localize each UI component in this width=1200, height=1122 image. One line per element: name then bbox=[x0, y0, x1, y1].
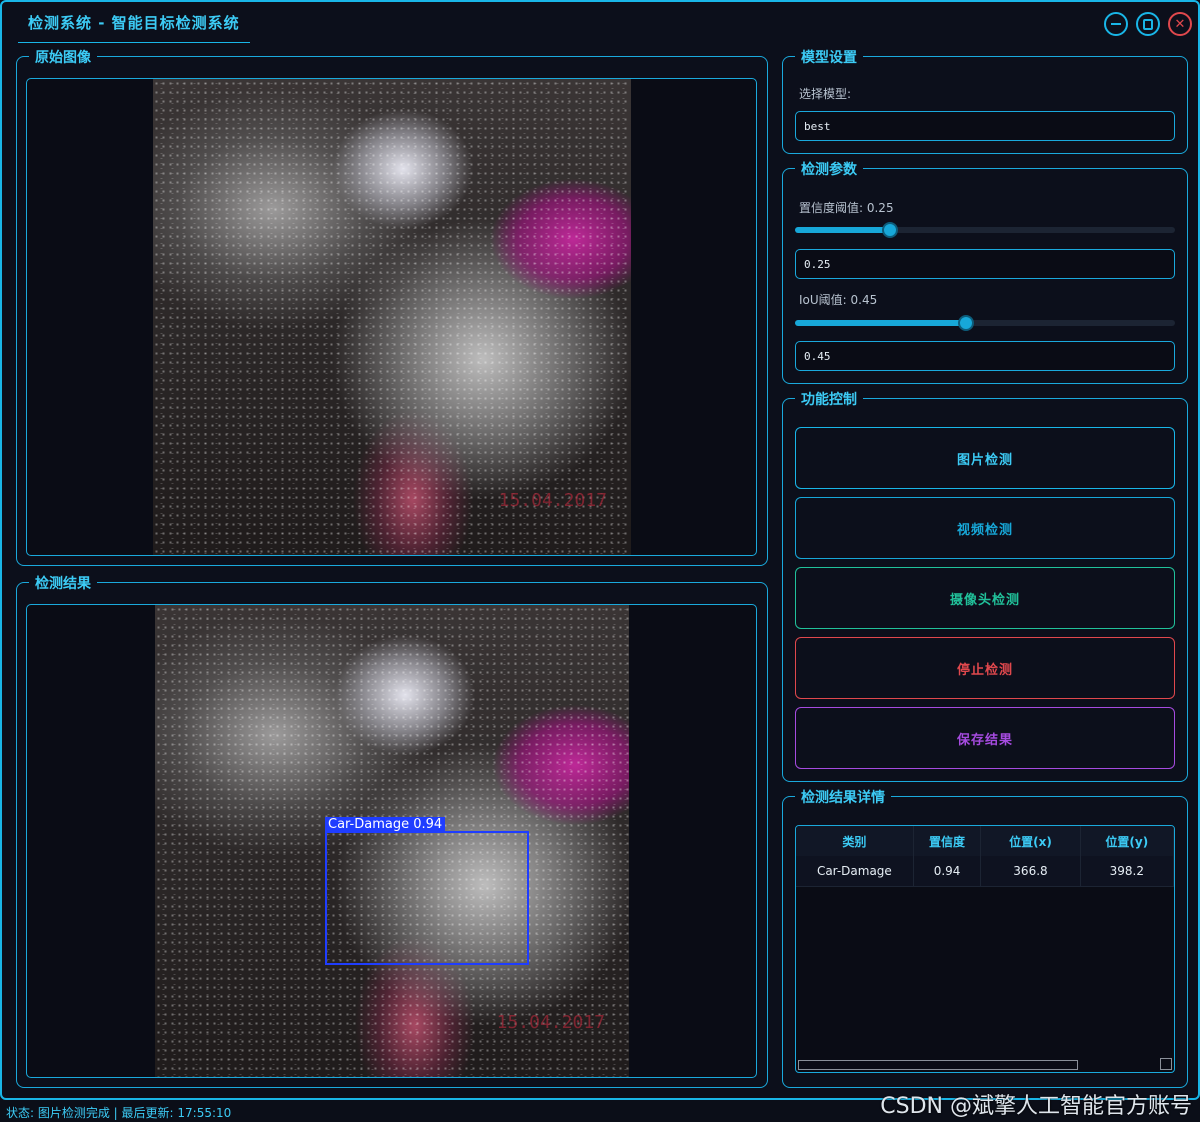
conf-slider-handle[interactable] bbox=[882, 222, 898, 238]
photo-noise bbox=[153, 79, 631, 555]
conf-slider-fill bbox=[795, 227, 890, 233]
close-button[interactable]: ✕ bbox=[1168, 12, 1192, 36]
original-image-group: 原始图像 15.04.2017 bbox=[16, 47, 768, 566]
conf-threshold-label: 置信度阈值: 0.25 bbox=[799, 201, 894, 215]
window-title: 检测系统 - 智能目标检测系统 bbox=[28, 14, 240, 32]
iou-threshold-label: IoU阈值: 0.45 bbox=[799, 293, 878, 307]
result-date-stamp: 15.04.2017 bbox=[496, 1012, 605, 1033]
result-image-title: 检测结果 bbox=[29, 573, 97, 593]
original-image-title: 原始图像 bbox=[29, 47, 97, 67]
original-image-frame: 15.04.2017 bbox=[26, 78, 757, 556]
title-bar[interactable]: 检测系统 - 智能目标检测系统 ✕ bbox=[2, 2, 1198, 44]
detect-params-title: 检测参数 bbox=[795, 159, 863, 179]
cell-class: Car-Damage bbox=[796, 856, 914, 887]
scrollbar-corner bbox=[1160, 1058, 1172, 1070]
maximize-icon bbox=[1143, 18, 1153, 30]
results-table-grid: 类别 置信度 位置(x) 位置(y) Car-Damage 0.94 366.8… bbox=[796, 826, 1174, 887]
iou-slider-fill bbox=[795, 320, 966, 326]
detection-box: Car-Damage 0.94 bbox=[325, 817, 529, 965]
save-result-button[interactable]: 保存结果 bbox=[795, 707, 1175, 769]
controls-group: 功能控制 图片检测 视频检测 摄像头检测 停止检测 保存结果 bbox=[782, 389, 1188, 782]
conf-slider[interactable] bbox=[795, 222, 1175, 238]
model-settings-group: 模型设置 选择模型: best bbox=[782, 47, 1188, 154]
app-window: 检测系统 - 智能目标检测系统 ✕ 原始图像 15.04.2017 检测结果 1… bbox=[0, 0, 1200, 1100]
column-header-confidence[interactable]: 置信度 bbox=[913, 826, 982, 856]
iou-input[interactable]: 0.45 bbox=[795, 341, 1175, 371]
column-header-x[interactable]: 位置(x) bbox=[980, 826, 1081, 856]
camera-detect-button[interactable]: 摄像头检测 bbox=[795, 567, 1175, 629]
controls-title: 功能控制 bbox=[795, 389, 863, 409]
result-image-group: 检测结果 15.04.2017 Car-Damage 0.94 bbox=[16, 573, 768, 1088]
results-table[interactable]: 类别 置信度 位置(x) 位置(y) Car-Damage 0.94 366.8… bbox=[795, 825, 1175, 1073]
minimize-button[interactable] bbox=[1104, 12, 1128, 36]
iou-slider[interactable] bbox=[795, 315, 1175, 331]
video-detect-button[interactable]: 视频检测 bbox=[795, 497, 1175, 559]
detection-label: Car-Damage 0.94 bbox=[325, 817, 446, 832]
watermark: CSDN @斌擎人工智能官方账号 bbox=[880, 1094, 1192, 1119]
maximize-button[interactable] bbox=[1136, 12, 1160, 36]
original-photo: 15.04.2017 bbox=[153, 79, 631, 555]
horizontal-scrollbar[interactable] bbox=[798, 1060, 1078, 1070]
detect-params-group: 检测参数 置信度阈值: 0.25 0.25 IoU阈值: 0.45 0.45 bbox=[782, 159, 1188, 384]
original-date-stamp: 15.04.2017 bbox=[498, 490, 607, 511]
conf-input[interactable]: 0.25 bbox=[795, 249, 1175, 279]
column-header-y[interactable]: 位置(y) bbox=[1080, 826, 1174, 856]
minimize-icon bbox=[1111, 23, 1121, 25]
iou-slider-handle[interactable] bbox=[958, 315, 974, 331]
results-table-header: 类别 置信度 位置(x) 位置(y) bbox=[796, 826, 1174, 856]
title-underline bbox=[18, 42, 250, 43]
results-detail-group: 检测结果详情 类别 置信度 位置(x) 位置(y) Car-Damage 0.9… bbox=[782, 787, 1188, 1088]
model-select-label: 选择模型: bbox=[799, 87, 852, 101]
column-header-class[interactable]: 类别 bbox=[796, 826, 914, 856]
stop-detect-button[interactable]: 停止检测 bbox=[795, 637, 1175, 699]
model-settings-title: 模型设置 bbox=[795, 47, 863, 67]
cell-x: 366.8 bbox=[980, 856, 1081, 887]
result-photo: 15.04.2017 Car-Damage 0.94 bbox=[155, 605, 629, 1077]
table-row[interactable]: Car-Damage 0.94 366.8 398.2 bbox=[796, 856, 1174, 887]
cell-confidence: 0.94 bbox=[913, 856, 982, 887]
model-select[interactable]: best bbox=[795, 111, 1175, 141]
results-detail-title: 检测结果详情 bbox=[795, 787, 891, 807]
close-icon: ✕ bbox=[1174, 16, 1186, 32]
result-image-frame: 15.04.2017 Car-Damage 0.94 bbox=[26, 604, 757, 1078]
image-detect-button[interactable]: 图片检测 bbox=[795, 427, 1175, 489]
status-bar: 状态: 图片检测完成 | 最后更新: 17:55:10 bbox=[6, 1106, 232, 1120]
cell-y: 398.2 bbox=[1080, 856, 1174, 887]
